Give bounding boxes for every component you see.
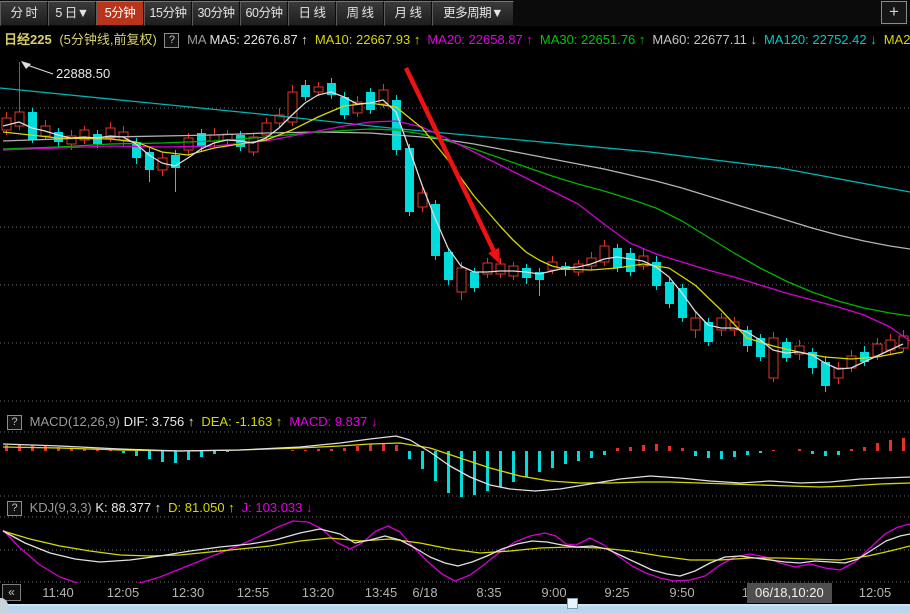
- indicator-dif: DIF: 3.756 ↑: [124, 414, 195, 429]
- tab-daily[interactable]: 日 线: [288, 1, 336, 26]
- indicator-ma60: MA60: 22677.11 ↓: [652, 32, 757, 47]
- time-label: 8:35: [476, 585, 501, 600]
- indicator-ma10: MA10: 22667.93 ↑: [315, 32, 421, 47]
- trading-app-window: 分 时5 日▼5分钟15分钟30分钟60分钟日 线周 线月 线更多周期▼ + 日…: [0, 0, 910, 613]
- symbol-subtitle: (5分钟线,前复权): [59, 32, 157, 47]
- macd-lines: [3, 436, 910, 491]
- tab-5min[interactable]: 5分钟: [96, 1, 144, 26]
- tab-60min[interactable]: 60分钟: [240, 1, 288, 26]
- period-tabbar: 分 时5 日▼5分钟15分钟30分钟60分钟日 线周 线月 线更多周期▼: [0, 0, 910, 26]
- macd-panel-header: ? MACD(12,26,9) DIF: 3.756 ↑ DEA: -1.163 …: [3, 413, 384, 431]
- tab-30min[interactable]: 30分钟: [192, 1, 240, 26]
- time-label: 12:55: [237, 585, 270, 600]
- tab-monthly[interactable]: 月 线: [384, 1, 432, 26]
- kdj-name: KDJ(9,3,3): [30, 500, 92, 515]
- indicator-ma20: MA20: 22658.87 ↑: [427, 32, 533, 47]
- indicator-d: D: 81.050 ↑: [168, 500, 235, 515]
- indicator-ma30: MA30: 22651.76 ↑: [540, 32, 646, 47]
- crosshair-time-label: 06/18,10:20: [747, 583, 832, 603]
- macd-name: MACD(12,26,9): [30, 414, 120, 429]
- kdj-panel-header: ? KDJ(9,3,3) K: 88.377 ↑ D: 81.050 ↑ J: 10…: [3, 499, 320, 517]
- tab-more-periods[interactable]: 更多周期▼: [432, 1, 514, 26]
- time-label: 9:00: [541, 585, 566, 600]
- ma-lines: [0, 88, 910, 369]
- symbol-title: 日经225: [4, 32, 52, 47]
- tab-weekly[interactable]: 周 线: [336, 1, 384, 26]
- time-label: 9:50: [669, 585, 694, 600]
- tab-timeshare[interactable]: 分 时: [0, 1, 48, 26]
- trend-arrow: [406, 68, 500, 264]
- indicator-macd: MACD: 9.837 ↓: [289, 414, 377, 429]
- time-axis: « 11:4012:0512:3012:5513:2013:456/188:35…: [0, 583, 910, 604]
- kdj-line-J: [3, 521, 910, 583]
- ma-indicator-bar: 日经225 (5分钟线,前复权) ? MA MA5: 22676.87 ↑ MA1…: [0, 26, 910, 54]
- time-label: 6/18: [412, 585, 437, 600]
- time-label: 12:05: [859, 585, 892, 600]
- indicator-k: K: 88.377 ↑: [95, 500, 161, 515]
- kdj-line-D: [3, 531, 910, 560]
- time-label: 12:05: [107, 585, 140, 600]
- tab-5day[interactable]: 5 日▼: [48, 1, 96, 26]
- kdj-line-K: [3, 529, 910, 576]
- ma-group-label: MA: [187, 32, 206, 47]
- time-label: 11:40: [42, 585, 74, 600]
- indicator-ma120: MA120: 22752.42 ↓: [764, 32, 877, 47]
- indicator-ma-truncated: MA2: [884, 32, 910, 47]
- add-panel-button[interactable]: +: [881, 1, 907, 24]
- window-bottom-edge: [0, 606, 910, 613]
- tab-15min[interactable]: 15分钟: [144, 1, 192, 26]
- time-label: 13:45: [365, 585, 398, 600]
- macd-line-DIF: [3, 436, 910, 491]
- price-callout-pointer: [21, 61, 53, 74]
- price-callout: 22888.50: [56, 66, 110, 81]
- scrollbar-thumb[interactable]: [567, 598, 578, 609]
- indicator-dea: DEA: -1.163 ↑: [201, 414, 282, 429]
- time-label: 12:30: [172, 585, 205, 600]
- indicator-ma5: MA5: 22676.87 ↑: [210, 32, 308, 47]
- macd-help-button[interactable]: ?: [7, 415, 22, 430]
- time-label: 9:25: [604, 585, 629, 600]
- indicator-j: J: 103.033 ↓: [242, 500, 313, 515]
- kdj-lines: [3, 521, 910, 583]
- ma-help-button[interactable]: ?: [164, 33, 179, 48]
- macd-histogram: [5, 438, 905, 497]
- time-label: 13:20: [302, 585, 335, 600]
- kdj-help-button[interactable]: ?: [7, 501, 22, 516]
